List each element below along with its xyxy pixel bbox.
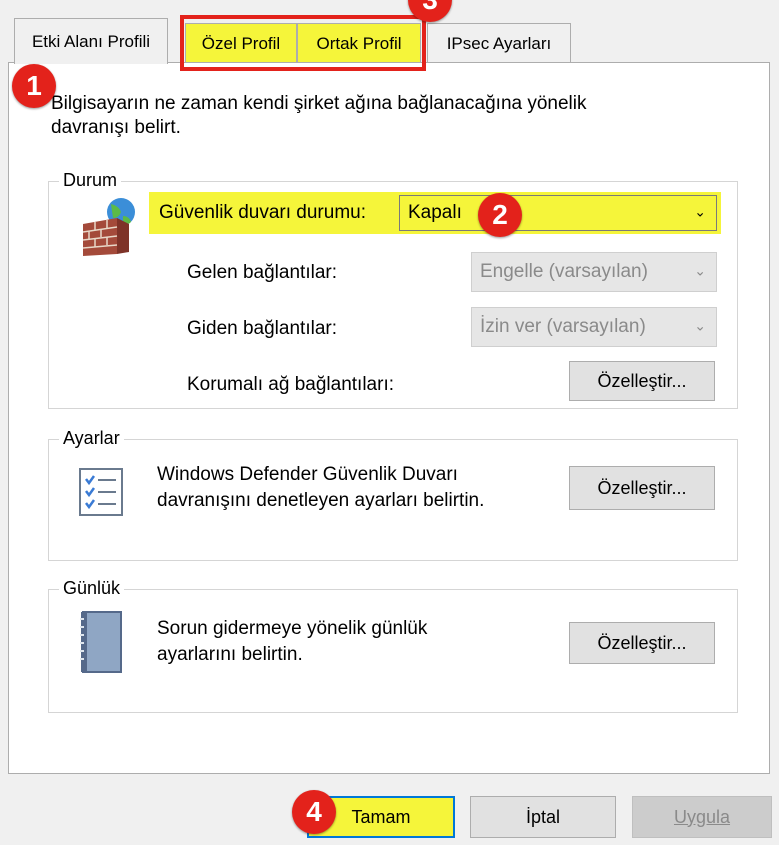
firewall-icon bbox=[82, 198, 135, 256]
settings-group-title: Ayarlar bbox=[59, 428, 124, 449]
protected-connections-label: Korumalı ağ bağlantıları: bbox=[187, 374, 395, 395]
tab-panel: Bilgisayarın ne zaman kendi şirket ağına… bbox=[8, 62, 770, 774]
logging-customize-button[interactable]: Özelleştir... bbox=[569, 622, 715, 664]
settings-description-line2: davranışını denetleyen ayarları belirtin… bbox=[157, 490, 485, 511]
status-group-title: Durum bbox=[59, 170, 122, 191]
tab-domain-profile-label: Etki Alanı Profili bbox=[31, 31, 151, 51]
logging-description-line2: ayarlarını belirtin. bbox=[157, 644, 303, 665]
log-book-icon bbox=[80, 611, 122, 673]
step-marker-2: 2 bbox=[478, 193, 522, 237]
inbound-value: Engelle (varsayılan) bbox=[480, 261, 648, 282]
intro-text-line1: Bilgisayarın ne zaman kendi şirket ağına… bbox=[51, 93, 587, 114]
step-marker-1: 1 bbox=[12, 64, 56, 108]
protected-connections-customize-label: Özelleştir... bbox=[597, 370, 687, 391]
settings-customize-button[interactable]: Özelleştir... bbox=[569, 466, 715, 510]
protected-connections-customize-button[interactable]: Özelleştir... bbox=[569, 361, 715, 401]
ok-button-label: Tamam bbox=[351, 806, 411, 827]
cancel-button[interactable]: İptal bbox=[470, 796, 616, 838]
logging-description-line1: Sorun gidermeye yönelik günlük bbox=[157, 618, 428, 639]
status-group: Durum Güvenlik duvarı durumu: Kapalı ⌄ G… bbox=[48, 170, 738, 409]
outbound-value: İzin ver (varsayılan) bbox=[480, 316, 646, 337]
firewall-state-select[interactable]: Kapalı ⌄ bbox=[399, 195, 717, 231]
firewall-state-label: Güvenlik duvarı durumu: bbox=[159, 202, 366, 223]
firewall-state-value: Kapalı bbox=[408, 202, 462, 223]
apply-button-label: Uygula bbox=[673, 806, 731, 827]
apply-button[interactable]: Uygula bbox=[632, 796, 772, 838]
logging-customize-label: Özelleştir... bbox=[597, 632, 687, 653]
cancel-button-label: İptal bbox=[525, 806, 561, 827]
tab-ipsec-settings[interactable]: IPsec Ayarları bbox=[427, 23, 571, 63]
step-marker-1-label: 1 bbox=[26, 70, 42, 101]
tab-ipsec-settings-label: IPsec Ayarları bbox=[446, 33, 552, 53]
intro-text-line2: davranışı belirt. bbox=[51, 117, 181, 138]
tab-domain-profile[interactable]: Etki Alanı Profili bbox=[14, 18, 168, 64]
logging-group-title: Günlük bbox=[59, 578, 125, 599]
chevron-down-icon: ⌄ bbox=[694, 262, 706, 279]
chevron-down-icon: ⌄ bbox=[694, 317, 706, 334]
step-marker-3-label: 3 bbox=[422, 0, 438, 16]
inbound-select[interactable]: Engelle (varsayılan) ⌄ bbox=[471, 252, 717, 292]
settings-group: Ayarlar Windows Defender Güvenlik Duvarı… bbox=[48, 428, 738, 561]
outbound-label: Giden bağlantılar: bbox=[187, 318, 337, 339]
step-marker-2-label: 2 bbox=[492, 199, 508, 230]
inbound-label: Gelen bağlantılar: bbox=[187, 262, 337, 283]
step-marker-4: 4 bbox=[292, 790, 336, 834]
settings-description-line1: Windows Defender Güvenlik Duvarı bbox=[157, 464, 458, 485]
step-marker-4-label: 4 bbox=[306, 796, 322, 827]
logging-group: Günlük Sorun gidermeye yönelik günlük ay… bbox=[48, 578, 738, 713]
outbound-select[interactable]: İzin ver (varsayılan) ⌄ bbox=[471, 307, 717, 347]
annotation-box bbox=[180, 15, 426, 71]
chevron-down-icon: ⌄ bbox=[694, 203, 706, 220]
settings-customize-label: Özelleştir... bbox=[597, 477, 687, 498]
checklist-icon bbox=[79, 468, 123, 516]
